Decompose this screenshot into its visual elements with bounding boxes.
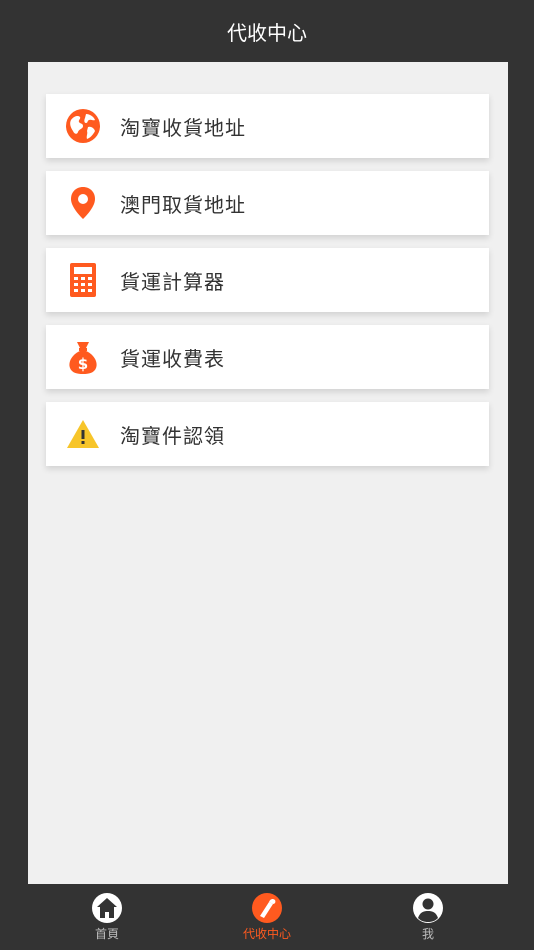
menu-item-taobao-address[interactable]: 淘寶收貨地址 [46, 94, 489, 158]
tab-collection-center[interactable]: 代收中心 [212, 884, 322, 950]
location-pin-icon [64, 184, 102, 222]
menu-item-macau-pickup-address[interactable]: 澳門取貨地址 [46, 171, 489, 235]
svg-text:$: $ [78, 355, 88, 373]
collection-center-icon [251, 892, 283, 924]
home-icon [91, 892, 123, 924]
menu-item-label: 淘寶收貨地址 [120, 115, 246, 140]
content-area: 淘寶收貨地址 澳門取貨地址 貨運計算器 $ 貨運收費表 淘寶件認領 [28, 62, 508, 884]
tab-label: 代收中心 [242, 927, 291, 941]
globe-icon [64, 107, 102, 145]
menu-item-label: 貨運收費表 [120, 346, 225, 371]
warning-icon [64, 415, 102, 453]
tab-me[interactable]: 我 [373, 884, 483, 950]
bottom-tab-bar: 首頁 代收中心 我 [0, 884, 534, 950]
menu-item-freight-calculator[interactable]: 貨運計算器 [46, 248, 489, 312]
menu-item-label: 澳門取貨地址 [120, 192, 246, 217]
money-bag-icon: $ [64, 338, 102, 376]
menu-item-taobao-parcel-claim[interactable]: 淘寶件認領 [46, 402, 489, 466]
page-title: 代收中心 [227, 20, 307, 45]
menu-item-label: 淘寶件認領 [120, 423, 225, 448]
tab-label: 首頁 [94, 927, 119, 941]
calculator-icon [64, 261, 102, 299]
menu-item-label: 貨運計算器 [120, 269, 225, 294]
user-icon [412, 892, 444, 924]
tab-home[interactable]: 首頁 [52, 884, 162, 950]
tab-label: 我 [421, 927, 434, 941]
menu-item-freight-rate-table[interactable]: $ 貨運收費表 [46, 325, 489, 389]
app-header: 代收中心 [0, 0, 534, 62]
